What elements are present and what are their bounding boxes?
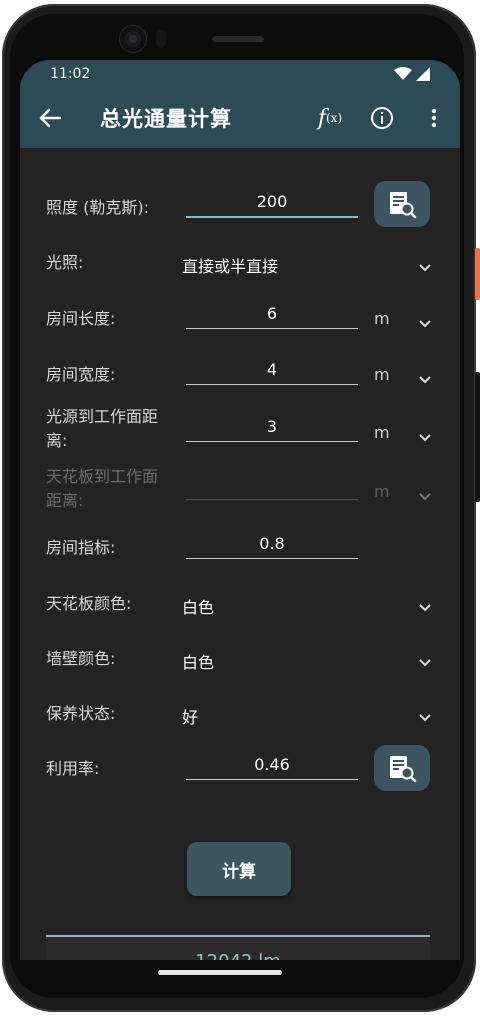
- status-icons: [394, 67, 430, 81]
- illuminance-input[interactable]: 200: [186, 188, 358, 218]
- info-button[interactable]: [356, 98, 408, 138]
- ceiling-to-work-label: 天花板到工作面 距离:: [46, 465, 158, 513]
- table-search-icon: [390, 192, 417, 219]
- lighting-select-value[interactable]: 直接或半直接: [182, 253, 278, 277]
- room-length-input[interactable]: 6: [186, 300, 358, 329]
- app-bar-actions: f (x): [304, 98, 460, 138]
- maintenance-label: 保养状态:: [46, 704, 116, 723]
- proximity-sensor: [156, 30, 166, 48]
- room-width-label: 房间宽度:: [46, 365, 116, 384]
- formula-icon-sub: (x): [326, 111, 343, 125]
- lighting-label: 光照:: [46, 253, 84, 272]
- light-to-work-input[interactable]: 3: [186, 413, 358, 442]
- wall-color-select-value[interactable]: 白色: [182, 649, 214, 673]
- ceiling-to-work-label-line1: 天花板到工作面: [46, 467, 159, 486]
- status-time: 11:02: [50, 66, 91, 82]
- status-bar: 11:02: [20, 60, 460, 88]
- room-width-unit-dropdown-icon[interactable]: [418, 370, 432, 384]
- more-vert-icon: [431, 108, 437, 128]
- power-button: [475, 248, 480, 300]
- more-options-button[interactable]: [408, 98, 460, 138]
- utilization-lookup-button[interactable]: [374, 745, 430, 791]
- room-index-label: 房间指标:: [46, 538, 116, 557]
- ceiling-to-work-label-line2: 距离:: [46, 491, 84, 510]
- light-to-work-unit-dropdown-icon[interactable]: [418, 428, 432, 442]
- back-arrow-icon: [39, 108, 61, 128]
- earpiece-speaker: [212, 36, 264, 42]
- maintenance-dropdown-icon[interactable]: [418, 708, 432, 722]
- phone-frame: 11:02 总光通量计算 f (x) 照度 (勒克斯): 200 光照: 直接或…: [0, 0, 480, 1016]
- room-width-input[interactable]: 4: [186, 356, 358, 385]
- front-camera: [120, 26, 146, 52]
- ceiling-color-dropdown-icon[interactable]: [418, 598, 432, 612]
- ceiling-to-work-unit-dropdown-icon: [418, 487, 432, 501]
- ceiling-color-select-value[interactable]: 白色: [182, 594, 214, 618]
- utilization-label: 利用率:: [46, 759, 100, 778]
- ceiling-color-label: 天花板颜色:: [46, 594, 132, 613]
- lighting-dropdown-icon[interactable]: [418, 258, 432, 272]
- calculate-button[interactable]: 计算: [187, 842, 291, 896]
- room-length-label: 房间长度:: [46, 309, 116, 328]
- room-length-unit-dropdown-icon[interactable]: [418, 314, 432, 328]
- room-width-unit[interactable]: m: [374, 365, 390, 384]
- light-to-work-label: 光源到工作面距 离:: [46, 405, 158, 453]
- room-length-unit[interactable]: m: [374, 309, 390, 328]
- ceiling-to-work-input: [186, 471, 358, 500]
- light-to-work-label-line2: 离:: [46, 431, 68, 450]
- info-icon: [371, 107, 393, 129]
- result-panel: 12042 lm: [46, 935, 430, 960]
- maintenance-select-value[interactable]: 好: [182, 704, 198, 728]
- formula-icon-main: f: [317, 105, 326, 131]
- wall-color-label: 墙壁颜色:: [46, 649, 116, 668]
- room-index-input[interactable]: 0.8: [186, 530, 358, 559]
- light-to-work-unit[interactable]: m: [374, 423, 390, 442]
- light-to-work-label-line1: 光源到工作面距: [46, 407, 159, 426]
- illuminance-label: 照度 (勒克斯):: [46, 198, 149, 217]
- app-screen: 11:02 总光通量计算 f (x) 照度 (勒克斯): 200 光照: 直接或…: [20, 60, 460, 960]
- wall-color-dropdown-icon[interactable]: [418, 653, 432, 667]
- volume-button: [475, 372, 480, 502]
- back-button[interactable]: [20, 108, 80, 128]
- wifi-icon: [394, 67, 412, 80]
- illuminance-lookup-button[interactable]: [374, 181, 430, 227]
- table-search-icon: [390, 756, 417, 783]
- signal-icon: [416, 67, 430, 81]
- app-bar: 总光通量计算 f (x): [20, 88, 460, 148]
- result-value: 12042 lm: [46, 951, 430, 960]
- ceiling-to-work-unit: m: [374, 482, 390, 501]
- gesture-nav-handle[interactable]: [158, 970, 282, 975]
- page-title: 总光通量计算: [100, 107, 232, 131]
- formula-button[interactable]: f (x): [304, 98, 356, 138]
- utilization-input[interactable]: 0.46: [186, 751, 358, 780]
